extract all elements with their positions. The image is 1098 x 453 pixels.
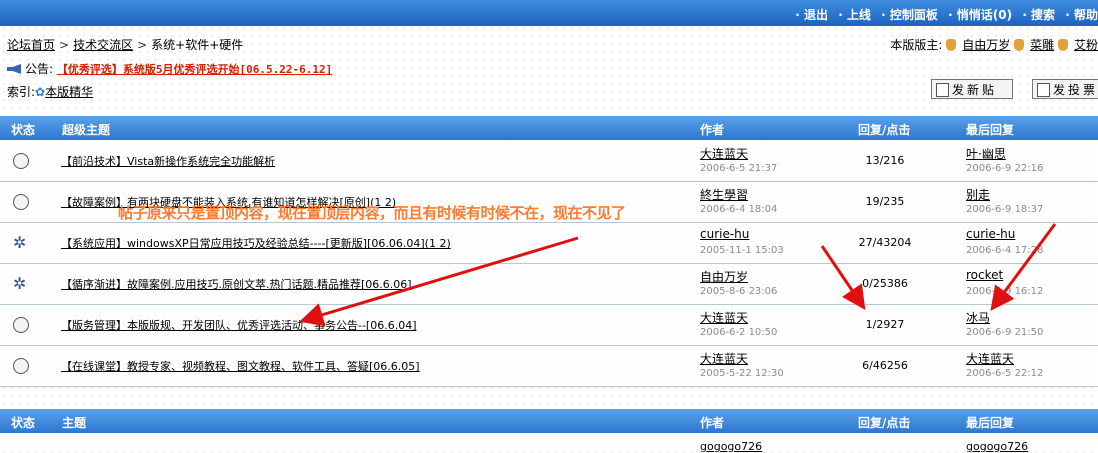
annotation-arrows — [299, 223, 1057, 327]
arrow-to-last-reply — [990, 223, 1057, 311]
arrow-to-counts — [820, 245, 866, 310]
arrow-to-title — [299, 236, 579, 327]
